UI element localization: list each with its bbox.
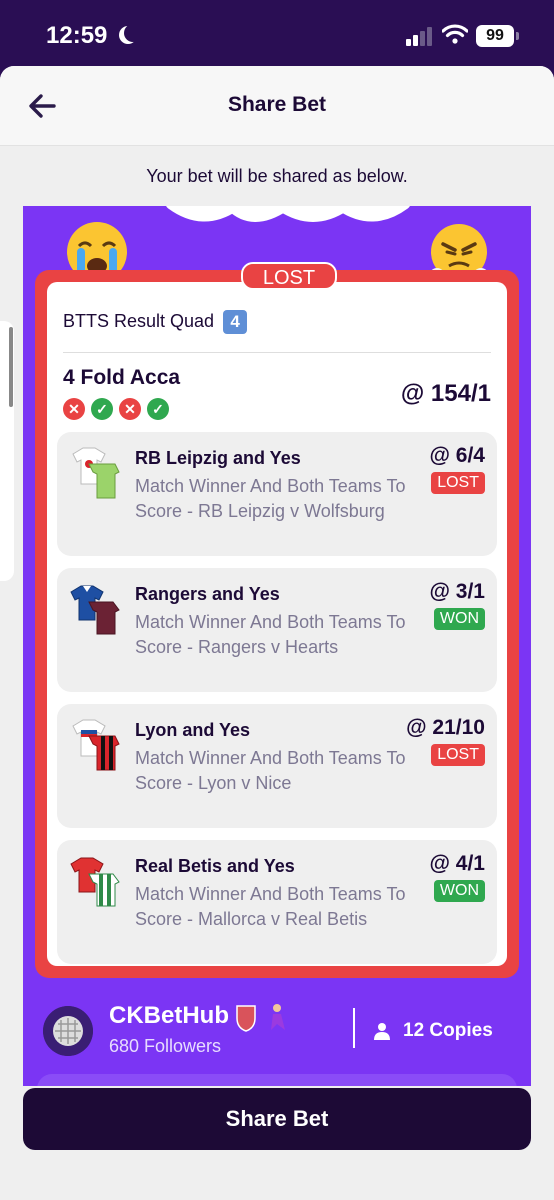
leg-market: Match Winner And Both Teams To Score - R… [135,612,406,657]
won-check-icon: ✓ [147,398,169,420]
bet-name: BTTS Result Quad 4 [63,310,248,334]
bet-leg: RB Leipzig and Yes Match Winner And Both… [57,432,497,556]
leg-market: Match Winner And Both Teams To Score - L… [135,748,406,793]
acca-odds: @ 154/1 [400,380,491,407]
leg-market: Match Winner And Both Teams To Score - R… [135,476,406,521]
lost-cross-icon: ✕ [119,398,141,420]
leg-odds: @ 3/1 [429,580,485,603]
scroll-handle[interactable] [0,321,14,581]
page-title: Share Bet [227,93,327,116]
leg-market: Match Winner And Both Teams To Score - M… [135,884,406,929]
battery-tip [516,32,519,40]
sheet-header: Share Bet [0,66,554,146]
leg-selection: Real Betis and Yes [135,856,295,876]
divider [63,352,491,353]
bet-leg: Rangers and Yes Match Winner And Both Te… [57,568,497,692]
status-badge: LOST [431,472,485,494]
share-info-text: Your bet will be shared as below. [146,166,408,186]
status-time: 12:59 [46,22,108,49]
bet-leg: Real Betis and Yes Match Winner And Both… [57,840,497,964]
acca-type: 4 Fold Acca [63,366,181,389]
leg-odds: @ 4/1 [429,852,485,875]
share-sheet: Share Bet Your bet will be shared as bel… [0,66,554,1200]
badge-icons [236,1004,285,1032]
avatar[interactable] [43,1006,93,1056]
lost-frame: BTTS Result Quad 4 4 Fold Acca @ 154/1 ✕… [35,270,519,978]
keycap-badge: 4 [223,310,248,334]
battery-icon: 99 [476,25,514,47]
status-bar: 12:59 99 [0,0,554,66]
leg-selection: RB Leipzig and Yes [135,448,301,468]
result-tag: LOST [241,262,337,290]
rb-leipzig-kit-icon [72,447,120,499]
status-badge: WON [433,880,485,902]
divider [353,1008,355,1048]
tipster-row: CKBetHub 680 Followers 12 Copies [23,978,531,1068]
leg-odds: @ 6/4 [429,444,485,467]
won-check-icon: ✓ [91,398,113,420]
bet-share-card: BTTS Result Quad 4 4 Fold Acca @ 154/1 ✕… [23,206,531,1086]
status-badge: WON [433,608,485,630]
bet-leg: Lyon and Yes Match Winner And Both Teams… [57,704,497,828]
lyon-kit-icon [72,719,120,771]
status-badge: LOST [431,744,485,766]
tipster-name[interactable]: CKBetHub [109,1002,229,1030]
signal-icon [406,26,434,46]
followers-count: 680 Followers [109,1036,222,1056]
bet-name-text: BTTS Result Quad [63,310,215,331]
wifi-icon [442,24,468,44]
bet-slip: BTTS Result Quad 4 4 Fold Acca @ 154/1 ✕… [47,282,507,966]
rangers-kit-icon [70,585,120,635]
leg-odds: @ 21/10 [406,716,485,739]
user-icon [374,1023,390,1040]
copies-count: 12 Copies [403,1020,493,1041]
share-bet-button[interactable]: Share Bet [23,1088,531,1150]
moon-icon [124,24,142,42]
real-betis-kit-icon [70,857,120,907]
lost-cross-icon: ✕ [63,398,85,420]
leg-selection: Rangers and Yes [135,584,280,604]
next-card-peek [37,1074,517,1086]
brand-logo [166,206,410,222]
leg-selection: Lyon and Yes [135,720,251,740]
